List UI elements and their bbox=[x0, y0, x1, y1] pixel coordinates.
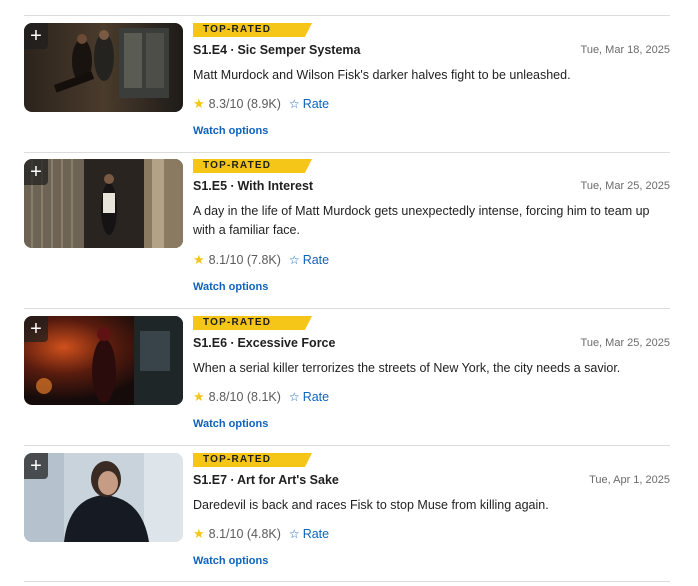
rate-label: Rate bbox=[302, 390, 330, 404]
watch-options-link[interactable]: Watch options bbox=[193, 281, 268, 293]
episode-description: When a serial killer terrorizes the stre… bbox=[193, 361, 621, 375]
add-to-watchlist-button[interactable]: + bbox=[24, 316, 48, 342]
rate-button[interactable]: ☆ Rate bbox=[289, 390, 329, 404]
rate-label: Rate bbox=[302, 97, 330, 111]
add-to-watchlist-button[interactable]: + bbox=[24, 453, 48, 479]
star-icon: ★ bbox=[193, 252, 205, 267]
air-date: Tue, Mar 18, 2025 bbox=[580, 44, 670, 56]
rate-button[interactable]: ☆ Rate bbox=[289, 527, 329, 541]
star-icon: ★ bbox=[193, 389, 205, 404]
top-rated-badge: TOP-RATED bbox=[193, 23, 312, 37]
episode-item: + TOP-RATED S1.E5 ∙ With Interest Tue, M… bbox=[0, 159, 698, 299]
rating-row: ★ 8.1/10 (4.8K) ☆ Rate bbox=[193, 526, 329, 542]
episode-thumbnail[interactable]: + bbox=[24, 453, 183, 542]
air-date: Tue, Apr 1, 2025 bbox=[589, 474, 670, 486]
star-outline-icon: ☆ bbox=[288, 390, 300, 404]
episode-title[interactable]: S1.E4 ∙ Sic Semper Systema bbox=[193, 43, 360, 57]
episode-thumbnail[interactable]: + bbox=[24, 159, 183, 248]
star-outline-icon: ☆ bbox=[288, 527, 300, 541]
episode-item: + TOP-RATED S1.E7 ∙ Art for Art's Sake T… bbox=[0, 453, 698, 573]
episode-thumbnail[interactable]: + bbox=[24, 316, 183, 405]
star-icon: ★ bbox=[193, 526, 205, 541]
divider bbox=[24, 15, 670, 16]
star-outline-icon: ☆ bbox=[288, 253, 300, 267]
divider bbox=[24, 445, 670, 446]
top-rated-badge: TOP-RATED bbox=[193, 159, 312, 173]
plus-icon: + bbox=[30, 455, 42, 477]
rate-button[interactable]: ☆ Rate bbox=[289, 97, 329, 111]
top-rated-badge: TOP-RATED bbox=[193, 453, 312, 467]
episode-list: + TOP-RATED S1.E4 ∙ Sic Semper Systema T… bbox=[0, 0, 698, 586]
watch-options-link[interactable]: Watch options bbox=[193, 418, 268, 430]
divider bbox=[24, 308, 670, 309]
episode-title[interactable]: S1.E6 ∙ Excessive Force bbox=[193, 336, 335, 350]
watch-options-link[interactable]: Watch options bbox=[193, 555, 268, 567]
episode-item: + TOP-RATED S1.E6 ∙ Excessive Force Tue,… bbox=[0, 316, 698, 436]
plus-icon: + bbox=[30, 161, 42, 183]
top-rated-badge: TOP-RATED bbox=[193, 316, 312, 330]
rating-value: 8.1/10 (4.8K) bbox=[208, 527, 281, 541]
rating-row: ★ 8.1/10 (7.8K) ☆ Rate bbox=[193, 252, 329, 268]
watch-options-link[interactable]: Watch options bbox=[193, 125, 268, 137]
episode-title[interactable]: S1.E5 ∙ With Interest bbox=[193, 179, 313, 193]
air-date: Tue, Mar 25, 2025 bbox=[580, 180, 670, 192]
divider bbox=[24, 581, 670, 582]
episode-thumbnail[interactable]: + bbox=[24, 23, 183, 112]
rate-label: Rate bbox=[302, 253, 330, 267]
air-date: Tue, Mar 25, 2025 bbox=[580, 337, 670, 349]
episode-item: + TOP-RATED S1.E4 ∙ Sic Semper Systema T… bbox=[0, 23, 698, 143]
rate-button[interactable]: ☆ Rate bbox=[289, 253, 329, 267]
star-outline-icon: ☆ bbox=[288, 97, 300, 111]
add-to-watchlist-button[interactable]: + bbox=[24, 159, 48, 185]
episode-title[interactable]: S1.E7 ∙ Art for Art's Sake bbox=[193, 473, 339, 487]
episode-description: Matt Murdock and Wilson Fisk's darker ha… bbox=[193, 68, 571, 82]
plus-icon: + bbox=[30, 25, 42, 47]
rating-value: 8.8/10 (8.1K) bbox=[208, 390, 281, 404]
rate-label: Rate bbox=[302, 527, 330, 541]
plus-icon: + bbox=[30, 318, 42, 340]
divider bbox=[24, 152, 670, 153]
add-to-watchlist-button[interactable]: + bbox=[24, 23, 48, 49]
rating-value: 8.1/10 (7.8K) bbox=[208, 253, 281, 267]
rating-row: ★ 8.8/10 (8.1K) ☆ Rate bbox=[193, 389, 329, 405]
rating-value: 8.3/10 (8.9K) bbox=[208, 97, 281, 111]
star-icon: ★ bbox=[193, 96, 205, 111]
episode-description: Daredevil is back and races Fisk to stop… bbox=[193, 498, 549, 512]
episode-description: A day in the life of Matt Murdock gets u… bbox=[193, 204, 650, 237]
rating-row: ★ 8.3/10 (8.9K) ☆ Rate bbox=[193, 96, 329, 112]
